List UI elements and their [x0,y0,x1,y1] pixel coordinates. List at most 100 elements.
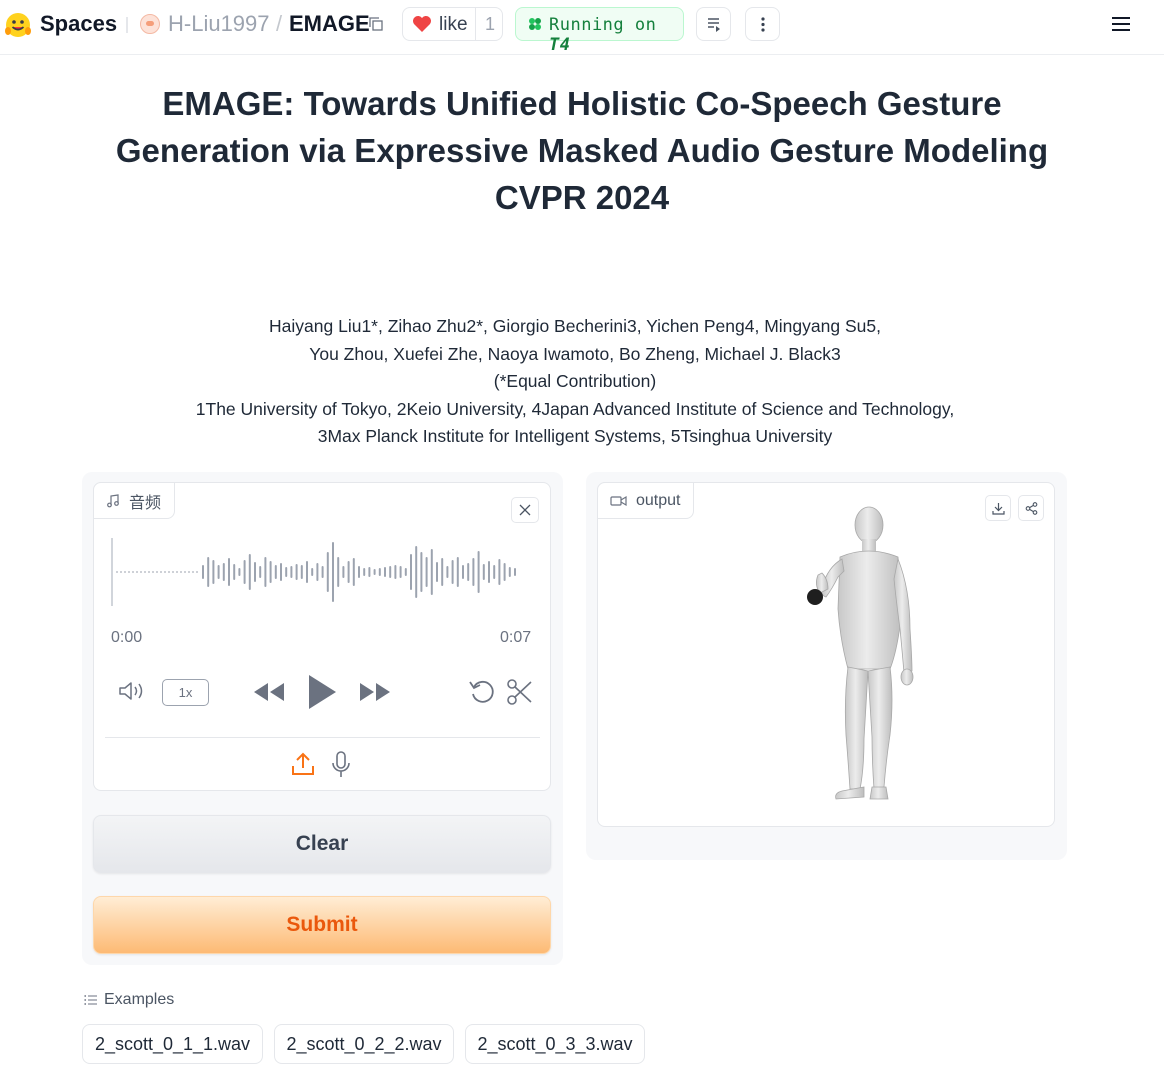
audio-label: 音频 [129,494,162,512]
playback-speed-button[interactable]: 1x [162,679,209,706]
heart-icon [413,16,431,32]
waveform-bar [404,568,407,576]
waveform-silence-dot [164,571,166,573]
spaces-link[interactable]: Spaces [40,11,117,37]
waveform-bar [508,567,511,577]
status-badge[interactable]: Running on T4 [515,7,684,55]
waveform-bar [264,557,267,587]
waveform-bar [493,565,496,579]
waveform-silence-dot [132,571,134,573]
waveform-bar [295,564,298,580]
waveform-bar [378,568,381,576]
copy-icon[interactable] [368,16,384,32]
like-count[interactable]: 1 [485,14,495,35]
waveform-bar [363,568,366,576]
waveform-bar [306,561,308,583]
waveform-bar [202,565,204,579]
example-item[interactable]: 2_scott_0_3_3.wav [465,1024,645,1064]
menu-icon[interactable] [1110,15,1132,33]
waveform-bar [467,563,470,581]
waveform-bar [228,558,230,586]
example-item[interactable]: 2_scott_0_1_1.wav [82,1024,263,1064]
music-note-icon [107,493,119,507]
audio-input: 音频 0:00 0:07 1x [93,482,551,791]
waveform-bar [446,566,449,578]
close-icon [519,504,531,516]
close-button[interactable] [511,497,539,523]
output-label-tab: output [597,482,695,519]
waveform-bar [451,560,454,584]
waveform-silence-dot [152,571,154,573]
hugging-face-logo[interactable] [4,11,32,39]
waveform-silence-dot [116,571,118,573]
waveform-silence-dot [196,571,198,573]
audio-waveform[interactable] [116,535,532,609]
waveform-bar [415,546,418,598]
waveform-bar [394,565,397,579]
waveform-bar [477,551,480,593]
waveform-silence-dot [144,571,146,573]
rewind-icon[interactable] [252,681,286,703]
owner-avatar[interactable] [140,14,160,34]
microphone-icon[interactable] [331,751,351,779]
owner-link[interactable]: H-Liu1997 [168,11,270,37]
download-icon [992,503,1005,515]
volume-icon[interactable] [118,680,148,702]
affiliations-line: 1The University of Tokyo, 2Keio Universi… [195,398,955,419]
output-label: output [636,491,681,509]
waveform-bar [212,560,215,584]
waveform-silence-dot [156,571,158,573]
video-icon [610,495,627,506]
waveform-bar [337,557,340,587]
rendered-human-figure [807,506,914,800]
waveform-silence-dot [176,571,178,573]
waveform-silence-dot [180,571,182,573]
more-options-button[interactable] [745,7,780,41]
equal-contribution-note: (*Equal Contribution) [493,371,657,391]
status-hardware: T4 [549,35,571,55]
status-text: Running on T4 [549,15,657,55]
brand-separator [126,17,128,33]
waveform-bar [222,563,225,581]
waveform-bar [254,562,256,582]
waveform-bar [269,561,272,583]
undo-icon[interactable] [468,678,496,706]
play-icon[interactable] [306,673,338,711]
submit-button[interactable]: Submit [93,896,551,954]
waveform-silence-dot [172,571,174,573]
fast-forward-icon[interactable] [358,681,392,703]
waveform-bar [441,558,444,586]
like-button[interactable]: like 1 [402,7,503,41]
like-label: like [439,14,468,35]
example-item[interactable]: 2_scott_0_2_2.wav [274,1024,454,1064]
share-button[interactable] [1018,495,1044,521]
path-separator: / [276,11,283,36]
audio-label-tab: 音频 [93,482,176,519]
waveform-silence-dot [120,571,122,573]
repo-name-link[interactable]: EMAGE [289,11,370,37]
top-navigation-bar: Spaces H-Liu1997 / EMAGE like 1 Running … [0,0,1164,55]
waveform-bar [248,554,251,590]
clear-button[interactable]: Clear [93,815,551,873]
waveform-bar [488,561,490,583]
waveform-silence-dot [124,571,126,573]
playhead[interactable] [111,538,113,606]
logs-button[interactable] [696,7,731,41]
authors-line: You Zhou, Xuefei Zhe, Naoya Iwamoto, Bo … [309,343,841,364]
like-divider [475,8,476,40]
waveform-bar [326,552,329,592]
waveform-bar [259,566,262,578]
waveform-bar [238,568,241,576]
list-icon [84,995,97,1005]
authors-block: Haiyang Liu1*, Zihao Zhu2*, Giorgio Bech… [80,313,1070,451]
waveform-bar [217,565,220,579]
scissors-icon[interactable] [506,678,534,706]
title-line: EMAGE: Towards Unified Holistic Co-Speec… [162,85,1002,122]
waveform-bar [352,558,355,586]
waveform-bar [373,569,376,575]
waveform-bar [410,554,412,590]
upload-icon[interactable] [291,751,315,777]
waveform-bar [514,568,516,576]
waveform-bar [436,562,438,582]
download-button[interactable] [985,495,1011,521]
